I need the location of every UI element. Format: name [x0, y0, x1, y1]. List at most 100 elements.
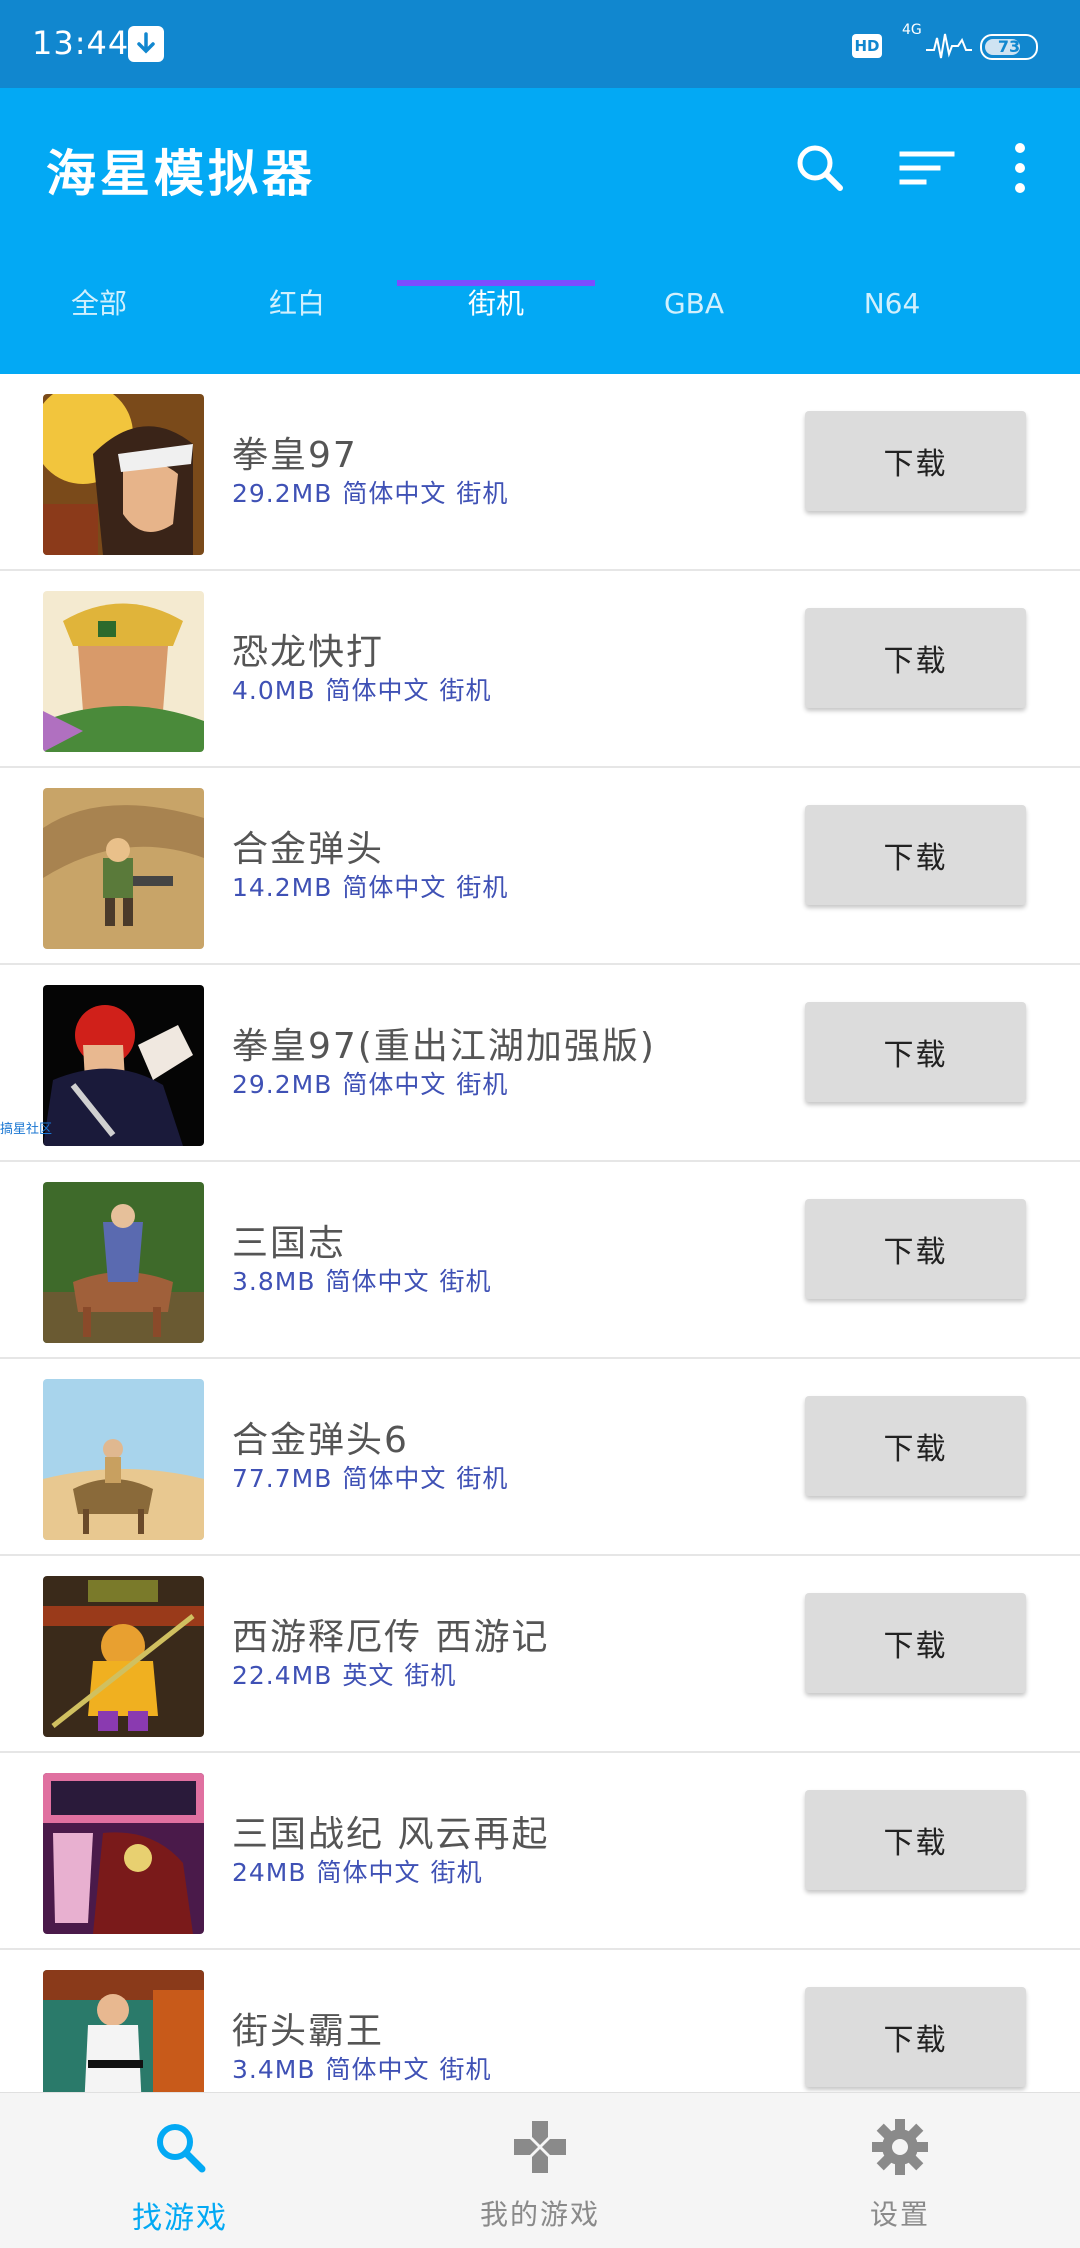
- download-button[interactable]: 下载: [805, 1593, 1026, 1693]
- game-cover-image: [43, 1182, 204, 1343]
- game-cover-image: [43, 788, 204, 949]
- game-cover-image: [43, 1379, 204, 1540]
- tab-all[interactable]: 全部: [0, 270, 198, 374]
- game-category: 街机: [439, 2055, 492, 2084]
- nav-label: 设置: [869, 2198, 930, 2231]
- game-language: 简体中文: [342, 479, 447, 508]
- game-language: 简体中文: [316, 1858, 421, 1887]
- game-category: 街机: [430, 1858, 483, 1887]
- game-title: 恐龙快打: [232, 632, 385, 673]
- game-cover-image: [43, 591, 204, 752]
- more-vert-icon[interactable]: [990, 138, 1050, 198]
- gear-icon: [872, 2119, 928, 2175]
- download-button[interactable]: 下载: [805, 1790, 1026, 1890]
- search-icon: [157, 2124, 206, 2173]
- game-cover-image: [43, 985, 204, 1146]
- nav-my-games[interactable]: 我的游戏: [360, 2093, 720, 2248]
- watermark-text: 搞星社区: [0, 1122, 53, 1137]
- list-item[interactable]: 街头霸王 3.4MB 简体中文 街机 下载: [0, 1950, 1080, 2092]
- game-meta: 24MB 简体中文 街机: [232, 1853, 483, 1889]
- game-language: 简体中文: [342, 873, 447, 902]
- sort-icon[interactable]: [898, 138, 958, 198]
- game-category: 街机: [456, 479, 509, 508]
- tab-indicator: [397, 280, 595, 286]
- list-item[interactable]: 三国志 3.8MB 简体中文 街机 下载: [0, 1162, 1080, 1359]
- app-bar: 海星模拟器 全部 红白 街机 GBA N64 P: [0, 88, 1080, 374]
- download-button[interactable]: 下载: [805, 1002, 1026, 1102]
- game-size: 29.2MB: [232, 479, 333, 508]
- tab-p[interactable]: P: [991, 270, 1080, 374]
- game-meta: 22.4MB 英文 街机: [232, 1656, 456, 1692]
- nav-find-games[interactable]: 找游戏: [0, 2093, 360, 2248]
- nav-label: 找游戏: [132, 2201, 228, 2236]
- nav-settings[interactable]: 设置: [720, 2093, 1080, 2248]
- game-title: 合金弹头6: [232, 1420, 409, 1461]
- game-title: 西游释厄传 西游记: [232, 1617, 550, 1658]
- game-title: 拳皇97: [232, 435, 358, 476]
- game-title: 三国战纪 风云再起: [232, 1814, 550, 1855]
- list-item[interactable]: 合金弹头 14.2MB 简体中文 街机 下载: [0, 768, 1080, 965]
- download-button[interactable]: 下载: [805, 1199, 1026, 1299]
- list-item[interactable]: 西游释厄传 西游记 22.4MB 英文 街机 下载: [0, 1556, 1080, 1753]
- game-size: 22.4MB: [232, 1661, 333, 1690]
- list-item[interactable]: 拳皇97(重出江湖加强版) 29.2MB 简体中文 街机 下载: [0, 965, 1080, 1162]
- download-button[interactable]: 下载: [805, 805, 1026, 905]
- game-category: 街机: [456, 1464, 509, 1493]
- download-button[interactable]: 下载: [805, 1396, 1026, 1496]
- game-category: 街机: [456, 1070, 509, 1099]
- nav-label: 我的游戏: [479, 2198, 600, 2231]
- list-item[interactable]: 合金弹头6 77.7MB 简体中文 街机 下载: [0, 1359, 1080, 1556]
- game-size: 3.8MB: [232, 1267, 316, 1296]
- download-button[interactable]: 下载: [805, 1987, 1026, 2087]
- list-item[interactable]: 恐龙快打 4.0MB 简体中文 街机 下载: [0, 571, 1080, 768]
- game-category: 街机: [439, 676, 492, 705]
- hd-badge: HD: [852, 34, 882, 58]
- game-language: 简体中文: [342, 1464, 447, 1493]
- gamepad-icon: [514, 2121, 566, 2173]
- tab-gba[interactable]: GBA: [595, 270, 793, 374]
- game-cover-image: [43, 394, 204, 555]
- status-time: 13:44: [32, 24, 130, 62]
- tab-famicom[interactable]: 红白: [198, 270, 396, 374]
- tab-n64[interactable]: N64: [793, 270, 991, 374]
- bottom-navigation: 找游戏 我的游戏 设置: [0, 2092, 1080, 2248]
- game-category: 街机: [404, 1661, 457, 1690]
- network-label: 4G: [902, 22, 922, 38]
- game-language: 简体中文: [325, 1267, 430, 1296]
- signal-icon: [926, 33, 972, 59]
- game-title: 合金弹头: [232, 829, 385, 870]
- game-size: 3.4MB: [232, 2055, 316, 2084]
- game-cover-image: [43, 1576, 204, 1737]
- game-title: 街头霸王: [232, 2011, 385, 2052]
- game-language: 简体中文: [325, 2055, 430, 2084]
- game-meta: 29.2MB 简体中文 街机: [232, 474, 508, 510]
- game-size: 24MB: [232, 1858, 307, 1887]
- battery-percent: 73: [997, 37, 1021, 56]
- battery-icon: 73: [980, 34, 1038, 60]
- game-size: 14.2MB: [232, 873, 333, 902]
- list-item[interactable]: 三国战纪 风云再起 24MB 简体中文 街机 下载: [0, 1753, 1080, 1950]
- game-title: 拳皇97(重出江湖加强版): [232, 1026, 656, 1067]
- game-list[interactable]: 拳皇97 29.2MB 简体中文 街机 下载 恐龙快打 4.0MB 简体中文 街机 下载…: [0, 374, 1080, 2092]
- search-icon[interactable]: [790, 138, 850, 198]
- game-meta: 29.2MB 简体中文 街机: [232, 1065, 508, 1101]
- game-meta: 77.7MB 简体中文 街机: [232, 1459, 508, 1495]
- game-size: 29.2MB: [232, 1070, 333, 1099]
- game-meta: 14.2MB 简体中文 街机: [232, 868, 508, 904]
- download-button[interactable]: 下载: [805, 608, 1026, 708]
- status-bar: 13:44 HD 4G 73: [0, 0, 1080, 88]
- game-cover-image: [43, 1970, 204, 2092]
- game-size: 77.7MB: [232, 1464, 333, 1493]
- game-title: 三国志: [232, 1223, 347, 1264]
- game-category: 街机: [456, 873, 509, 902]
- game-language: 简体中文: [342, 1070, 447, 1099]
- app-title: 海星模拟器: [46, 145, 316, 203]
- download-button[interactable]: 下载: [805, 411, 1026, 511]
- game-meta: 4.0MB 简体中文 街机: [232, 671, 492, 707]
- download-notification-icon: [128, 26, 164, 62]
- list-item[interactable]: 拳皇97 29.2MB 简体中文 街机 下载: [0, 374, 1080, 571]
- game-language: 英文: [342, 1661, 395, 1690]
- game-meta: 3.8MB 简体中文 街机: [232, 1262, 492, 1298]
- game-category: 街机: [439, 1267, 492, 1296]
- game-language: 简体中文: [325, 676, 430, 705]
